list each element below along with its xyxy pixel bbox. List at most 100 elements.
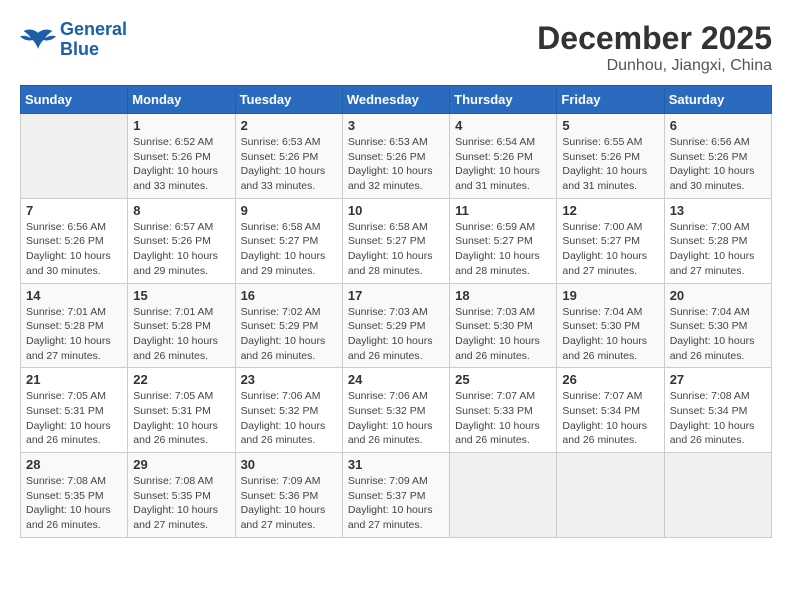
calendar-week-1: 1 Sunrise: 6:52 AM Sunset: 5:26 PM Daylig… — [21, 114, 772, 199]
day-number: 23 — [241, 372, 337, 387]
calendar-cell: 28 Sunrise: 7:08 AM Sunset: 5:35 PM Dayli… — [21, 453, 128, 538]
logo: General Blue — [20, 20, 127, 60]
day-info: Sunrise: 7:03 AM Sunset: 5:29 PM Dayligh… — [348, 305, 444, 364]
calendar-cell: 21 Sunrise: 7:05 AM Sunset: 5:31 PM Dayli… — [21, 368, 128, 453]
calendar-cell: 24 Sunrise: 7:06 AM Sunset: 5:32 PM Dayli… — [342, 368, 449, 453]
day-info: Sunrise: 7:07 AM Sunset: 5:33 PM Dayligh… — [455, 389, 551, 448]
day-info: Sunrise: 7:05 AM Sunset: 5:31 PM Dayligh… — [133, 389, 229, 448]
weekday-friday: Friday — [557, 86, 664, 114]
day-info: Sunrise: 6:54 AM Sunset: 5:26 PM Dayligh… — [455, 135, 551, 194]
calendar-week-4: 21 Sunrise: 7:05 AM Sunset: 5:31 PM Dayli… — [21, 368, 772, 453]
day-info: Sunrise: 7:08 AM Sunset: 5:34 PM Dayligh… — [670, 389, 766, 448]
calendar-cell — [557, 453, 664, 538]
calendar-cell: 13 Sunrise: 7:00 AM Sunset: 5:28 PM Dayli… — [664, 198, 771, 283]
calendar-cell: 22 Sunrise: 7:05 AM Sunset: 5:31 PM Dayli… — [128, 368, 235, 453]
day-number: 7 — [26, 203, 122, 218]
day-number: 21 — [26, 372, 122, 387]
day-number: 28 — [26, 457, 122, 472]
day-info: Sunrise: 7:02 AM Sunset: 5:29 PM Dayligh… — [241, 305, 337, 364]
day-number: 16 — [241, 288, 337, 303]
day-number: 15 — [133, 288, 229, 303]
calendar-cell: 15 Sunrise: 7:01 AM Sunset: 5:28 PM Dayli… — [128, 283, 235, 368]
day-info: Sunrise: 6:57 AM Sunset: 5:26 PM Dayligh… — [133, 220, 229, 279]
calendar-cell: 20Sunrise: 7:04 AM Sunset: 5:30 PM Dayli… — [664, 283, 771, 368]
day-info: Sunrise: 7:08 AM Sunset: 5:35 PM Dayligh… — [133, 474, 229, 533]
day-info: Sunrise: 6:53 AM Sunset: 5:26 PM Dayligh… — [241, 135, 337, 194]
day-info: Sunrise: 7:06 AM Sunset: 5:32 PM Dayligh… — [348, 389, 444, 448]
day-info: Sunrise: 7:07 AM Sunset: 5:34 PM Dayligh… — [562, 389, 658, 448]
month-title: December 2025 — [537, 20, 772, 57]
weekday-sunday: Sunday — [21, 86, 128, 114]
calendar-cell: 17 Sunrise: 7:03 AM Sunset: 5:29 PM Dayli… — [342, 283, 449, 368]
calendar-cell: 26 Sunrise: 7:07 AM Sunset: 5:34 PM Dayli… — [557, 368, 664, 453]
calendar-week-3: 14 Sunrise: 7:01 AM Sunset: 5:28 PM Dayli… — [21, 283, 772, 368]
day-info: Sunrise: 6:55 AM Sunset: 5:26 PM Dayligh… — [562, 135, 658, 194]
calendar-cell: 14 Sunrise: 7:01 AM Sunset: 5:28 PM Dayli… — [21, 283, 128, 368]
day-info: Sunrise: 6:52 AM Sunset: 5:26 PM Dayligh… — [133, 135, 229, 194]
day-number: 26 — [562, 372, 658, 387]
day-number: 6 — [670, 118, 766, 133]
calendar-cell — [664, 453, 771, 538]
day-info: Sunrise: 7:03 AM Sunset: 5:30 PM Dayligh… — [455, 305, 551, 364]
calendar-week-2: 7 Sunrise: 6:56 AM Sunset: 5:26 PM Daylig… — [21, 198, 772, 283]
calendar-cell: 31 Sunrise: 7:09 AM Sunset: 5:37 PM Dayli… — [342, 453, 449, 538]
calendar-cell — [21, 114, 128, 199]
calendar-cell: 25 Sunrise: 7:07 AM Sunset: 5:33 PM Dayli… — [450, 368, 557, 453]
calendar-cell — [450, 453, 557, 538]
weekday-wednesday: Wednesday — [342, 86, 449, 114]
calendar-cell: 9 Sunrise: 6:58 AM Sunset: 5:27 PM Daylig… — [235, 198, 342, 283]
calendar-cell: 19Sunrise: 7:04 AM Sunset: 5:30 PM Dayli… — [557, 283, 664, 368]
day-number: 2 — [241, 118, 337, 133]
day-number: 29 — [133, 457, 229, 472]
day-number: 25 — [455, 372, 551, 387]
calendar-body: 1 Sunrise: 6:52 AM Sunset: 5:26 PM Daylig… — [21, 114, 772, 538]
calendar-cell: 5 Sunrise: 6:55 AM Sunset: 5:26 PM Daylig… — [557, 114, 664, 199]
calendar-table: SundayMondayTuesdayWednesdayThursdayFrid… — [20, 85, 772, 538]
day-number: 22 — [133, 372, 229, 387]
day-info: Sunrise: 7:04 AM Sunset: 5:30 PM Dayligh… — [562, 305, 658, 364]
day-number: 13 — [670, 203, 766, 218]
logo-bird-icon — [20, 25, 56, 55]
day-info: Sunrise: 7:00 AM Sunset: 5:27 PM Dayligh… — [562, 220, 658, 279]
day-info: Sunrise: 7:06 AM Sunset: 5:32 PM Dayligh… — [241, 389, 337, 448]
logo-text: General Blue — [60, 20, 127, 60]
day-number: 17 — [348, 288, 444, 303]
day-number: 30 — [241, 457, 337, 472]
day-number: 5 — [562, 118, 658, 133]
day-number: 8 — [133, 203, 229, 218]
calendar-cell: 11Sunrise: 6:59 AM Sunset: 5:27 PM Dayli… — [450, 198, 557, 283]
calendar-cell: 4 Sunrise: 6:54 AM Sunset: 5:26 PM Daylig… — [450, 114, 557, 199]
day-info: Sunrise: 7:08 AM Sunset: 5:35 PM Dayligh… — [26, 474, 122, 533]
day-info: Sunrise: 6:53 AM Sunset: 5:26 PM Dayligh… — [348, 135, 444, 194]
day-info: Sunrise: 6:59 AM Sunset: 5:27 PM Dayligh… — [455, 220, 551, 279]
day-info: Sunrise: 7:05 AM Sunset: 5:31 PM Dayligh… — [26, 389, 122, 448]
day-number: 1 — [133, 118, 229, 133]
weekday-tuesday: Tuesday — [235, 86, 342, 114]
day-number: 27 — [670, 372, 766, 387]
calendar-cell: 23 Sunrise: 7:06 AM Sunset: 5:32 PM Dayli… — [235, 368, 342, 453]
day-info: Sunrise: 7:01 AM Sunset: 5:28 PM Dayligh… — [26, 305, 122, 364]
day-number: 12 — [562, 203, 658, 218]
calendar-cell: 16 Sunrise: 7:02 AM Sunset: 5:29 PM Dayli… — [235, 283, 342, 368]
day-info: Sunrise: 6:58 AM Sunset: 5:27 PM Dayligh… — [241, 220, 337, 279]
weekday-saturday: Saturday — [664, 86, 771, 114]
calendar-cell: 30 Sunrise: 7:09 AM Sunset: 5:36 PM Dayli… — [235, 453, 342, 538]
day-number: 9 — [241, 203, 337, 218]
day-info: Sunrise: 6:58 AM Sunset: 5:27 PM Dayligh… — [348, 220, 444, 279]
day-number: 4 — [455, 118, 551, 133]
day-info: Sunrise: 7:09 AM Sunset: 5:37 PM Dayligh… — [348, 474, 444, 533]
day-number: 18 — [455, 288, 551, 303]
day-info: Sunrise: 7:09 AM Sunset: 5:36 PM Dayligh… — [241, 474, 337, 533]
day-info: Sunrise: 7:00 AM Sunset: 5:28 PM Dayligh… — [670, 220, 766, 279]
day-info: Sunrise: 7:04 AM Sunset: 5:30 PM Dayligh… — [670, 305, 766, 364]
day-number: 10 — [348, 203, 444, 218]
calendar-cell: 6Sunrise: 6:56 AM Sunset: 5:26 PM Daylig… — [664, 114, 771, 199]
day-number: 31 — [348, 457, 444, 472]
day-info: Sunrise: 7:01 AM Sunset: 5:28 PM Dayligh… — [133, 305, 229, 364]
calendar-cell: 8 Sunrise: 6:57 AM Sunset: 5:26 PM Daylig… — [128, 198, 235, 283]
calendar-cell: 3Sunrise: 6:53 AM Sunset: 5:26 PM Daylig… — [342, 114, 449, 199]
weekday-monday: Monday — [128, 86, 235, 114]
day-number: 24 — [348, 372, 444, 387]
day-info: Sunrise: 6:56 AM Sunset: 5:26 PM Dayligh… — [26, 220, 122, 279]
day-number: 14 — [26, 288, 122, 303]
